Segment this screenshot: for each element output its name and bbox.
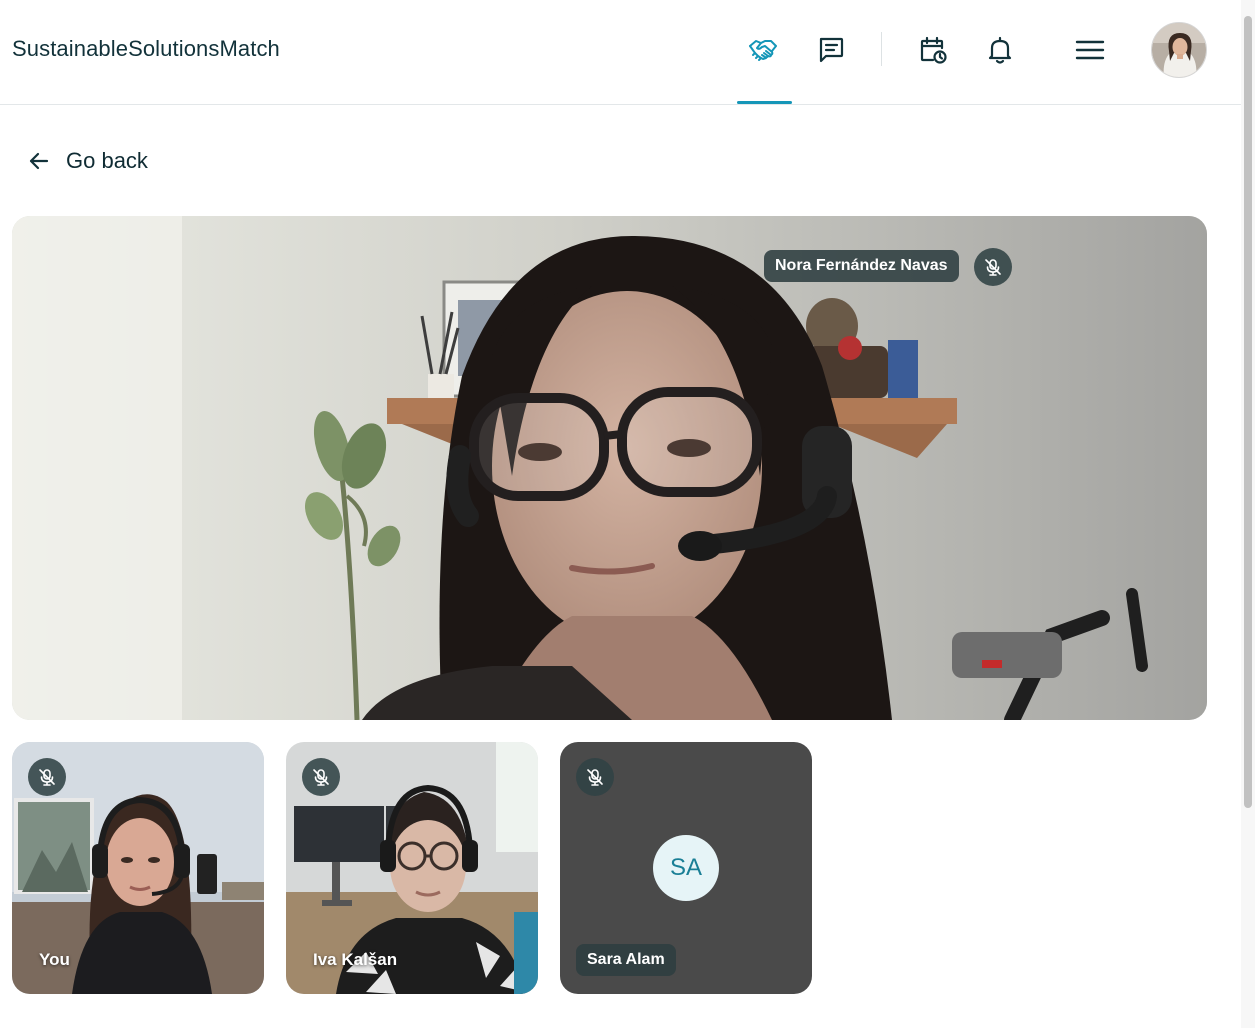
nav-divider <box>881 32 882 66</box>
mic-off-icon <box>985 259 1001 276</box>
main-video-feed <box>12 216 1207 720</box>
participant-tile-iva[interactable]: Iva Kalšan <box>286 742 538 994</box>
handshake-icon <box>749 40 777 61</box>
iva-mute-indicator <box>302 758 340 796</box>
main-speaker-mute-indicator <box>974 248 1012 286</box>
participant-name-sara: Sara Alam <box>576 944 676 976</box>
participant-name-iva: Iva Kalšan <box>313 950 398 969</box>
nav-notifications-button[interactable] <box>978 28 1022 72</box>
bell-icon <box>988 36 1012 64</box>
nav-messages-button[interactable] <box>809 28 853 72</box>
scrollbar-thumb[interactable] <box>1244 16 1252 808</box>
user-avatar[interactable] <box>1151 22 1207 78</box>
calendar-clock-icon <box>920 36 947 64</box>
brand-title[interactable]: SustainableSolutionsMatch <box>12 36 280 62</box>
sara-mute-indicator <box>576 758 614 796</box>
participant-tile-you[interactable]: You <box>12 742 264 994</box>
nav-matches-button[interactable] <box>741 28 785 72</box>
main-speaker-video[interactable]: Nora Fernández Navas <box>12 216 1207 720</box>
mic-off-icon <box>587 769 603 786</box>
mic-off-icon <box>313 769 329 786</box>
nav-menu-button[interactable] <box>1068 28 1112 72</box>
arrow-left-icon <box>29 152 49 170</box>
nav-calendar-button[interactable] <box>911 28 955 72</box>
video-call-page: SustainableSolutionsMatch Go back Nora F… <box>0 0 1255 1028</box>
active-tab-indicator <box>737 101 792 104</box>
participant-initials-avatar: SA <box>653 835 719 901</box>
message-icon <box>819 37 844 63</box>
avatar-photo <box>1152 23 1206 77</box>
participant-name-you: You <box>39 950 70 969</box>
you-mute-indicator <box>28 758 66 796</box>
main-speaker-name: Nora Fernández Navas <box>764 250 959 282</box>
go-back-link[interactable]: Go back <box>26 144 148 178</box>
mic-off-icon <box>39 769 55 786</box>
participant-tile-sara[interactable]: SA Sara Alam <box>560 742 812 994</box>
top-header: SustainableSolutionsMatch <box>0 0 1241 105</box>
go-back-label: Go back <box>66 148 148 173</box>
hamburger-menu-icon <box>1075 40 1105 60</box>
